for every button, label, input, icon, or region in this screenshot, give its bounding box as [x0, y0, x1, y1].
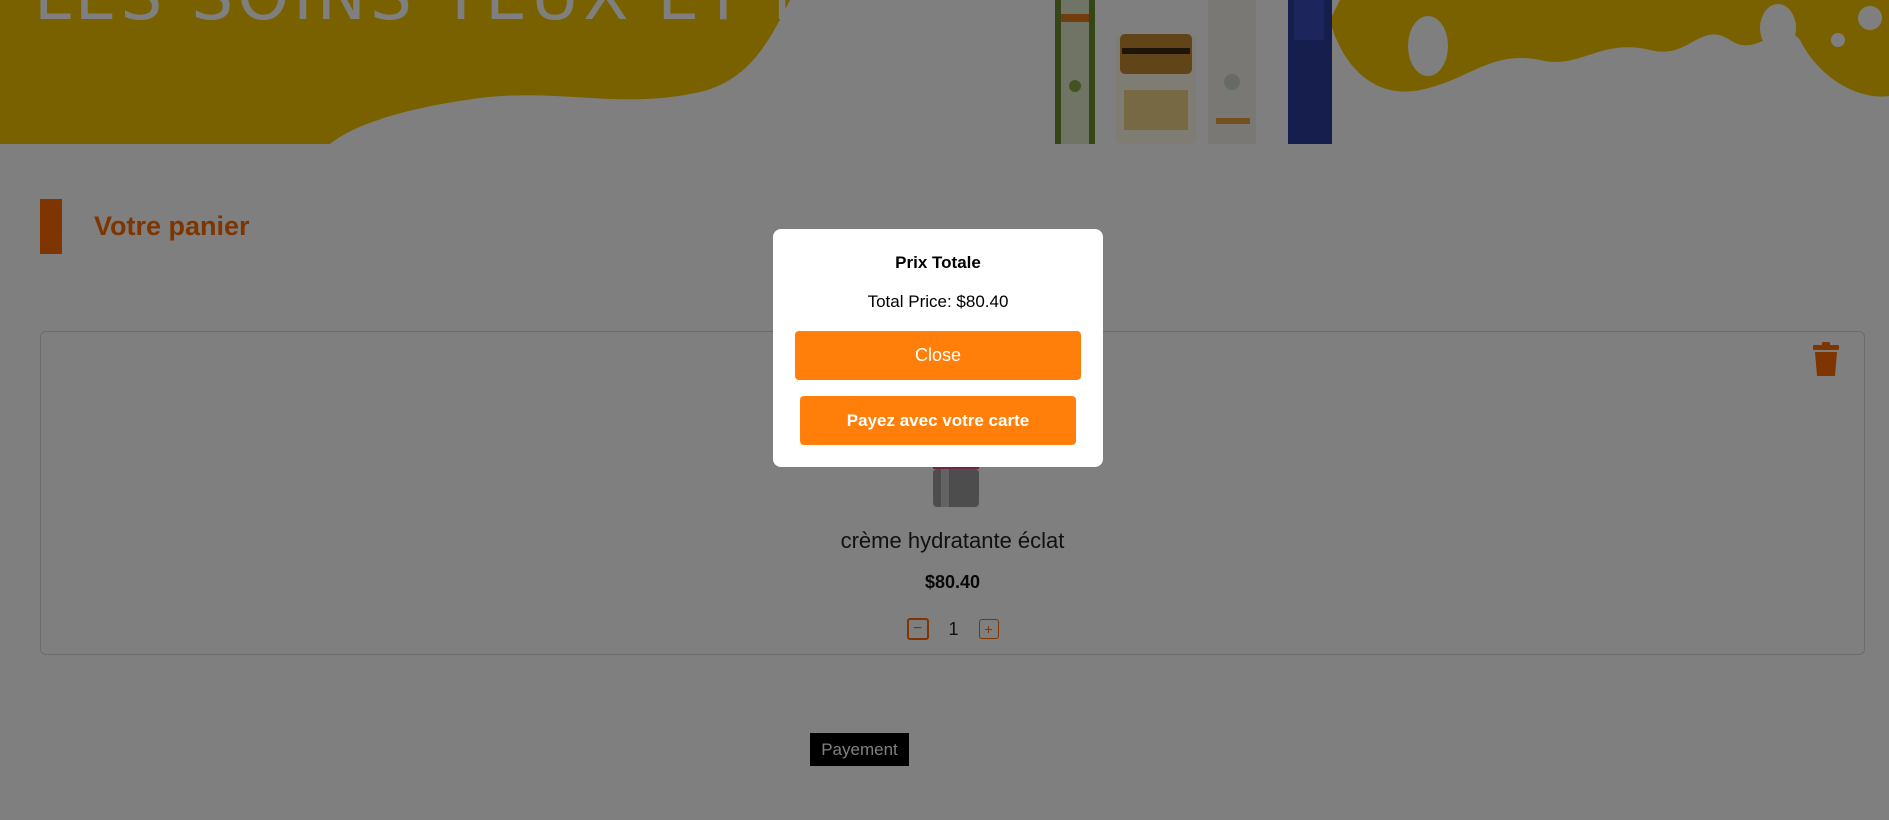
close-button[interactable]: Close: [795, 331, 1081, 380]
total-price-modal: Prix Totale Total Price: $80.40 Close Pa…: [773, 229, 1103, 467]
modal-total-price: Total Price: $80.40: [867, 292, 1009, 311]
pay-with-card-button[interactable]: Payez avec votre carte: [800, 396, 1076, 445]
modal-title: Prix Totale: [895, 253, 981, 272]
